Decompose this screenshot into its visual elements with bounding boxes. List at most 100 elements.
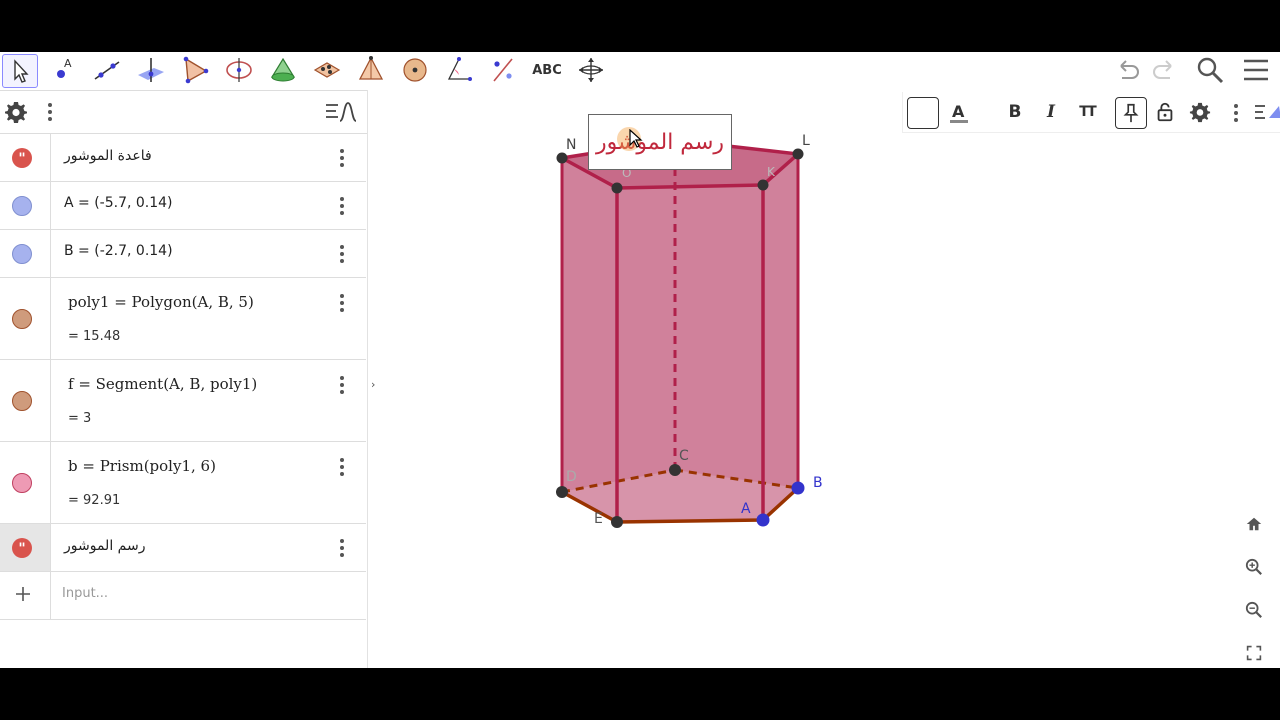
perpendicular-tool-icon[interactable] xyxy=(134,54,168,86)
point-E[interactable] xyxy=(611,516,623,528)
algebra-header xyxy=(0,91,367,134)
text-color-button[interactable]: A xyxy=(945,98,973,126)
main-menu-icon[interactable] xyxy=(1240,54,1272,86)
redo-icon[interactable] xyxy=(1148,54,1180,86)
reflect-tool-icon[interactable] xyxy=(486,54,520,86)
algebra-view: " فاعدة الموشور A = (-5.7, 0.14) B = (-2… xyxy=(0,90,367,668)
row-marker[interactable] xyxy=(0,182,51,229)
svg-text:A: A xyxy=(952,102,965,121)
circle-tool-icon[interactable] xyxy=(222,54,256,86)
more-options-icon[interactable] xyxy=(1233,104,1239,122)
undo-icon[interactable] xyxy=(1112,54,1144,86)
visibility-toggle[interactable] xyxy=(12,196,32,216)
solid-tool-icon[interactable] xyxy=(310,54,344,86)
move-tool-icon[interactable] xyxy=(2,54,38,88)
collapse-arrow-icon[interactable]: › xyxy=(371,378,375,391)
lock-icon[interactable] xyxy=(1151,98,1179,126)
label-D: D xyxy=(566,469,577,485)
point-B[interactable] xyxy=(791,481,805,495)
algebra-text: A = (-5.7, 0.14) xyxy=(64,195,173,211)
style-bar-toggle-icon[interactable] xyxy=(1253,100,1280,124)
gear-icon[interactable] xyxy=(4,100,28,124)
pin-icon[interactable] xyxy=(1115,97,1147,129)
label-C: C xyxy=(679,448,689,464)
row-menu-icon[interactable] xyxy=(334,243,350,265)
angle-tool-icon[interactable] xyxy=(442,54,476,86)
settings-gear-icon[interactable] xyxy=(1186,98,1214,126)
row-menu-icon[interactable] xyxy=(334,147,350,169)
visibility-toggle[interactable] xyxy=(12,473,32,493)
point-L[interactable] xyxy=(792,148,804,160)
point-K[interactable] xyxy=(757,179,769,191)
algebra-row[interactable]: f = Segment(A, B, poly1) = 3 xyxy=(0,360,366,442)
pyramid-tool-icon[interactable] xyxy=(354,54,388,86)
home-icon[interactable] xyxy=(1240,510,1268,538)
algebra-row[interactable]: " فاعدة الموشور xyxy=(0,134,366,182)
algebra-sort-icon[interactable] xyxy=(324,99,358,125)
row-menu-icon[interactable] xyxy=(334,292,350,314)
quote-icon[interactable]: " xyxy=(12,538,32,558)
prism-drawing: N M L O K D C E A B xyxy=(556,115,823,528)
row-marker[interactable] xyxy=(0,230,51,277)
add-row-marker[interactable] xyxy=(0,572,51,619)
label-K: K xyxy=(767,165,776,179)
algebra-result: = 92.91 xyxy=(68,493,121,508)
title-text: رسم الموشور xyxy=(595,129,724,155)
algebra-row[interactable]: poly1 = Polygon(A, B, 5) = 15.48 xyxy=(0,278,366,360)
row-marker[interactable]: " xyxy=(0,134,51,181)
row-marker[interactable]: " xyxy=(0,524,51,571)
rotate-view-tool-icon[interactable] xyxy=(574,54,608,86)
prism-face xyxy=(763,154,798,520)
point-tool-icon[interactable]: A xyxy=(46,54,80,86)
sphere-tool-icon[interactable] xyxy=(398,54,432,86)
plane-tool-icon[interactable] xyxy=(266,54,300,86)
label-L: L xyxy=(802,133,810,149)
algebra-menu-icon[interactable] xyxy=(46,103,54,121)
algebra-row[interactable]: B = (-2.7, 0.14) xyxy=(0,230,366,278)
algebra-text: فاعدة الموشور xyxy=(64,148,152,164)
text-size-button[interactable]: TT xyxy=(1073,98,1101,126)
quote-icon[interactable]: " xyxy=(12,148,32,168)
background-color-button[interactable] xyxy=(907,97,939,129)
search-icon[interactable] xyxy=(1194,54,1226,86)
zoom-in-icon[interactable] xyxy=(1240,553,1268,581)
bold-button[interactable]: B xyxy=(1001,98,1029,126)
point-D[interactable] xyxy=(556,486,568,498)
zoom-out-icon[interactable] xyxy=(1240,596,1268,624)
point-A[interactable] xyxy=(756,513,770,527)
algebra-result: = 3 xyxy=(68,411,92,426)
algebra-row[interactable]: " رسم الموشور xyxy=(0,524,366,572)
text-tool-icon[interactable]: ABC xyxy=(530,54,564,86)
row-marker[interactable] xyxy=(0,278,51,359)
toolbar: A ABC xyxy=(0,52,1280,90)
point-C[interactable] xyxy=(669,464,681,476)
title-text-box[interactable]: رسم الموشور xyxy=(588,114,732,170)
row-menu-icon[interactable] xyxy=(334,456,350,478)
view-divider[interactable]: › xyxy=(367,90,387,668)
plus-icon[interactable] xyxy=(13,584,33,604)
algebra-text: B = (-2.7, 0.14) xyxy=(64,243,173,259)
algebra-row[interactable]: b = Prism(poly1, 6) = 92.91 xyxy=(0,442,366,524)
row-marker[interactable] xyxy=(0,360,51,441)
input-row[interactable]: Input... xyxy=(0,572,366,620)
point-N[interactable] xyxy=(556,152,568,164)
line-tool-icon[interactable] xyxy=(90,54,124,86)
visibility-toggle[interactable] xyxy=(12,244,32,264)
row-menu-icon[interactable] xyxy=(334,537,350,559)
input-bar[interactable]: Input... xyxy=(62,586,108,601)
algebra-row[interactable]: A = (-5.7, 0.14) xyxy=(0,182,366,230)
graphics-3d-view[interactable]: N M L O K D C E A B رسم الموشور A B I TT xyxy=(386,90,1280,668)
row-marker[interactable] xyxy=(0,442,51,523)
polygon-tool-icon[interactable] xyxy=(178,54,212,86)
italic-button[interactable]: I xyxy=(1037,98,1065,126)
row-menu-icon[interactable] xyxy=(334,195,350,217)
visibility-toggle[interactable] xyxy=(12,309,32,329)
algebra-text: رسم الموشور xyxy=(64,538,146,554)
algebra-definition: f = Segment(A, B, poly1) xyxy=(68,375,258,393)
point-O[interactable] xyxy=(611,182,623,194)
geogebra-app: A ABC " فاعدة الموشور A = (-5.7, 0.14) B… xyxy=(0,52,1280,668)
fullscreen-icon[interactable] xyxy=(1240,639,1268,667)
label-A: A xyxy=(741,501,751,517)
visibility-toggle[interactable] xyxy=(12,391,32,411)
row-menu-icon[interactable] xyxy=(334,374,350,396)
